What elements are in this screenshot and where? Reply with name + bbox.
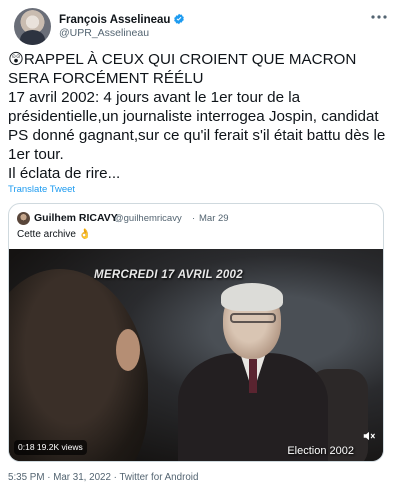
translate-tweet-link[interactable]: Translate Tweet [8, 184, 75, 195]
video-caption-overlay: Election 2002 [287, 445, 354, 457]
quoted-text: Cette archive 👌 [17, 229, 92, 240]
quoted-separator: · [192, 213, 196, 224]
quoted-author-name: Guilhem RICAVY [34, 212, 118, 224]
video-player[interactable]: MERCREDI 17 AVRIL 2002 Election 2002 0:1… [9, 249, 383, 461]
quoted-date: Mar 29 [199, 213, 229, 224]
quoted-author-handle: @guilhemricavy [114, 213, 182, 224]
author-name[interactable]: François Asselineau [59, 14, 170, 26]
more-options-icon[interactable] [370, 10, 388, 22]
tweet-header: François Asselineau @UPR_Asselineau [14, 8, 388, 48]
video-glasses [230, 313, 276, 323]
author-name-row[interactable]: François Asselineau [59, 10, 185, 28]
verified-badge-icon [174, 13, 185, 25]
author-handle[interactable]: @UPR_Asselineau [59, 27, 149, 39]
avatar-figure [20, 30, 45, 45]
quoted-tweet[interactable]: Guilhem RICAVY @guilhemricavy · Mar 29 C… [8, 203, 384, 462]
video-tie [249, 359, 257, 393]
speaker-muted-icon[interactable] [362, 429, 376, 443]
video-date-overlay: MERCREDI 17 AVRIL 2002 [94, 269, 243, 281]
tweet-text: 😲RAPPEL À CEUX QUI CROIENT QUE MACRON SE… [8, 51, 386, 182]
quoted-author-avatar [17, 212, 30, 225]
video-interviewee-hair [221, 283, 283, 311]
video-duration-views: 0:18 19.2K views [14, 440, 87, 455]
author-avatar[interactable] [14, 8, 51, 45]
tweet-meta: 5:35 PM · Mar 31, 2022 · Twitter for And… [8, 472, 199, 483]
video-journalist-ear [116, 329, 140, 371]
